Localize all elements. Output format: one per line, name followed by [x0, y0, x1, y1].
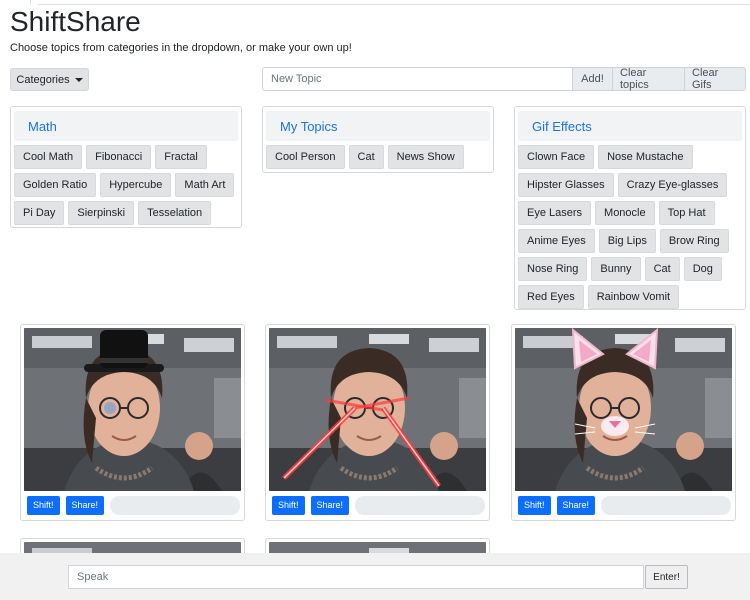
gif-card-actions: Shift! Share! — [272, 495, 485, 515]
topic-chip[interactable]: Cool Person — [266, 145, 345, 169]
effect-chip[interactable]: Rainbow Vomit — [587, 285, 680, 309]
topic-chip[interactable]: Sierpinski — [68, 201, 135, 225]
effect-chip[interactable]: Crazy Eye-glasses — [617, 173, 728, 197]
gif-card: Shift! Share! — [265, 324, 490, 521]
page-subtitle: Choose topics from categories in the dro… — [10, 42, 352, 54]
gif-card-actions: Shift! Share! — [27, 495, 240, 515]
new-topic-group: New Topic Add! Clear topics Clear Gifs — [262, 67, 746, 91]
caret-down-icon — [74, 77, 83, 82]
share-button[interactable]: Share! — [310, 495, 350, 515]
topic-chip[interactable]: Cat — [348, 145, 384, 169]
effect-chip[interactable]: Dog — [683, 257, 722, 281]
effect-chip[interactable]: Monocle — [595, 201, 655, 225]
effect-chip[interactable]: Brow Ring — [659, 229, 729, 253]
topic-chip[interactable]: Golden Ratio — [14, 173, 97, 197]
gif-progress-bar — [110, 495, 240, 515]
topic-chip[interactable]: Math Art — [175, 173, 235, 197]
gif-card: Shift! Share! — [20, 324, 245, 521]
share-button[interactable]: Share! — [556, 495, 596, 515]
math-topic-list: Cool Math Fibonacci Fractal Golden Ratio… — [11, 141, 241, 229]
gif-card-actions: Shift! Share! — [518, 495, 731, 515]
speak-input[interactable]: Speak — [68, 565, 644, 589]
new-topic-input[interactable]: New Topic — [262, 67, 573, 91]
shift-button[interactable]: Shift! — [27, 495, 60, 515]
effect-chip[interactable]: Anime Eyes — [518, 229, 595, 253]
effect-chip[interactable]: Cat — [644, 257, 680, 281]
topic-chip[interactable]: Hypercube — [100, 173, 172, 197]
effect-chip[interactable]: Eye Lasers — [518, 201, 592, 225]
top-divider — [38, 4, 750, 5]
gif-progress-bar — [601, 495, 731, 515]
effect-chip[interactable]: Clown Face — [518, 145, 595, 169]
share-button[interactable]: Share! — [65, 495, 105, 515]
effect-chip[interactable]: Hipster Glasses — [518, 173, 614, 197]
gif-effects-panel: Gif Effects Clown Face Nose Mustache Hip… — [514, 106, 746, 310]
my-topics-panel: My Topics Cool Person Cat News Show — [262, 106, 494, 173]
my-topics-panel-title: My Topics — [266, 111, 490, 141]
gif-effects-panel-title: Gif Effects — [518, 111, 742, 141]
shift-button[interactable]: Shift! — [272, 495, 305, 515]
topic-chip[interactable]: News Show — [387, 145, 464, 169]
gif-image[interactable] — [515, 328, 732, 491]
effect-chip[interactable]: Nose Ring — [518, 257, 588, 281]
my-topics-list: Cool Person Cat News Show — [263, 141, 493, 173]
topic-chip[interactable]: Fibonacci — [86, 145, 152, 169]
effect-chip[interactable]: Nose Mustache — [598, 145, 693, 169]
topic-chip[interactable]: Cool Math — [14, 145, 83, 169]
enter-button[interactable]: Enter! — [645, 565, 688, 589]
gif-image[interactable] — [24, 328, 241, 491]
gif-effects-list: Clown Face Nose Mustache Hipster Glasses… — [515, 141, 745, 313]
math-panel: Math Cool Math Fibonacci Fractal Golden … — [10, 106, 242, 228]
clear-gifs-button[interactable]: Clear Gifs — [685, 67, 746, 91]
page-title: ShiftShare — [10, 6, 141, 37]
topic-chip[interactable]: Fractal — [155, 145, 207, 169]
effect-chip[interactable]: Big Lips — [598, 229, 656, 253]
gif-progress-bar — [355, 495, 485, 515]
add-topic-button[interactable]: Add! — [573, 67, 613, 91]
effect-chip[interactable]: Top Hat — [658, 201, 715, 225]
topic-chip[interactable]: Pi Day — [14, 201, 65, 225]
topic-chip[interactable]: Tesselation — [138, 201, 212, 225]
categories-label: Categories — [16, 73, 70, 86]
effect-chip[interactable]: Red Eyes — [518, 285, 584, 309]
gif-image[interactable] — [269, 328, 486, 491]
clear-topics-button[interactable]: Clear topics — [613, 67, 685, 91]
effect-chip[interactable]: Bunny — [591, 257, 641, 281]
shift-button[interactable]: Shift! — [518, 495, 551, 515]
math-panel-title: Math — [14, 111, 238, 141]
gif-card: Shift! Share! — [511, 324, 736, 521]
categories-dropdown-button[interactable]: Categories — [10, 68, 89, 91]
